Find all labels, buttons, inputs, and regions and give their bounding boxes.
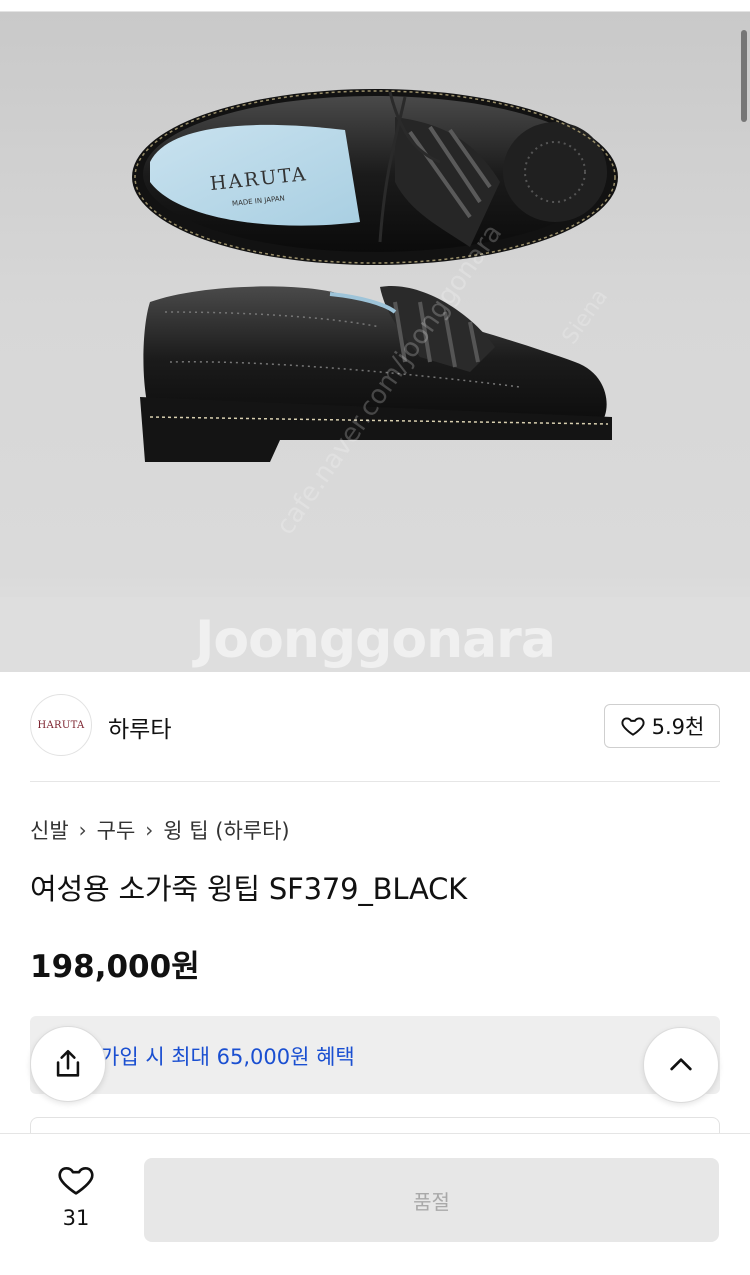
shoe-photo: HARUTA MADE IN JAPAN cafe.naver.com/joon… [132,89,618,540]
share-button[interactable] [30,1026,106,1102]
seller-avatar[interactable]: HARUTA [30,694,92,756]
overlay-watermark-2: Siena [558,285,613,349]
chevron-right-icon: › [145,818,154,842]
scrollbar[interactable] [741,30,747,122]
product-price: 198,000원 [30,949,200,985]
soldout-button[interactable]: 품절 [144,1158,719,1242]
wish-count: 31 [62,1206,90,1230]
product-title: 여성용 소가죽 윙팁 SF379_BLACK [30,872,467,906]
bottom-action-bar: 31 품절 [0,1133,750,1275]
benefit-text: 가입 시 최대 65,000원 혜택 [100,1045,355,1069]
scroll-top-button[interactable] [643,1027,719,1103]
divider [30,781,720,782]
seller-logo-text: HARUTA [37,719,85,731]
seller-name[interactable]: 하루타 [108,710,171,744]
share-icon [56,1049,80,1077]
breadcrumb: 신발 › 구두 › 윙 팁 (하루타) [30,815,290,845]
wish-button[interactable]: 31 [40,1160,112,1240]
seller-like-count: 5.9천 [651,715,705,739]
chevron-up-icon [670,1058,692,1071]
chevron-right-icon: › [78,818,87,842]
product-image-carousel[interactable]: HARUTA MADE IN JAPAN cafe.naver.com/joon… [0,12,750,672]
soldout-label: 품절 [413,1189,450,1214]
benefit-banner[interactable]: 가입 시 최대 65,000원 혜택 [30,1016,720,1094]
joonggonara-watermark: Joonggonara [195,610,556,670]
seller-row[interactable]: HARUTA 하루타 5.9천 [30,694,720,758]
heart-icon [58,1167,94,1195]
breadcrumb-item[interactable]: 구두 [97,815,136,845]
top-status-strip [0,0,750,12]
breadcrumb-item[interactable]: 신발 [30,815,69,845]
heart-icon [621,717,645,736]
seller-like-button[interactable]: 5.9천 [604,704,720,748]
breadcrumb-item[interactable]: 윙 팁 (하루타) [163,815,289,845]
